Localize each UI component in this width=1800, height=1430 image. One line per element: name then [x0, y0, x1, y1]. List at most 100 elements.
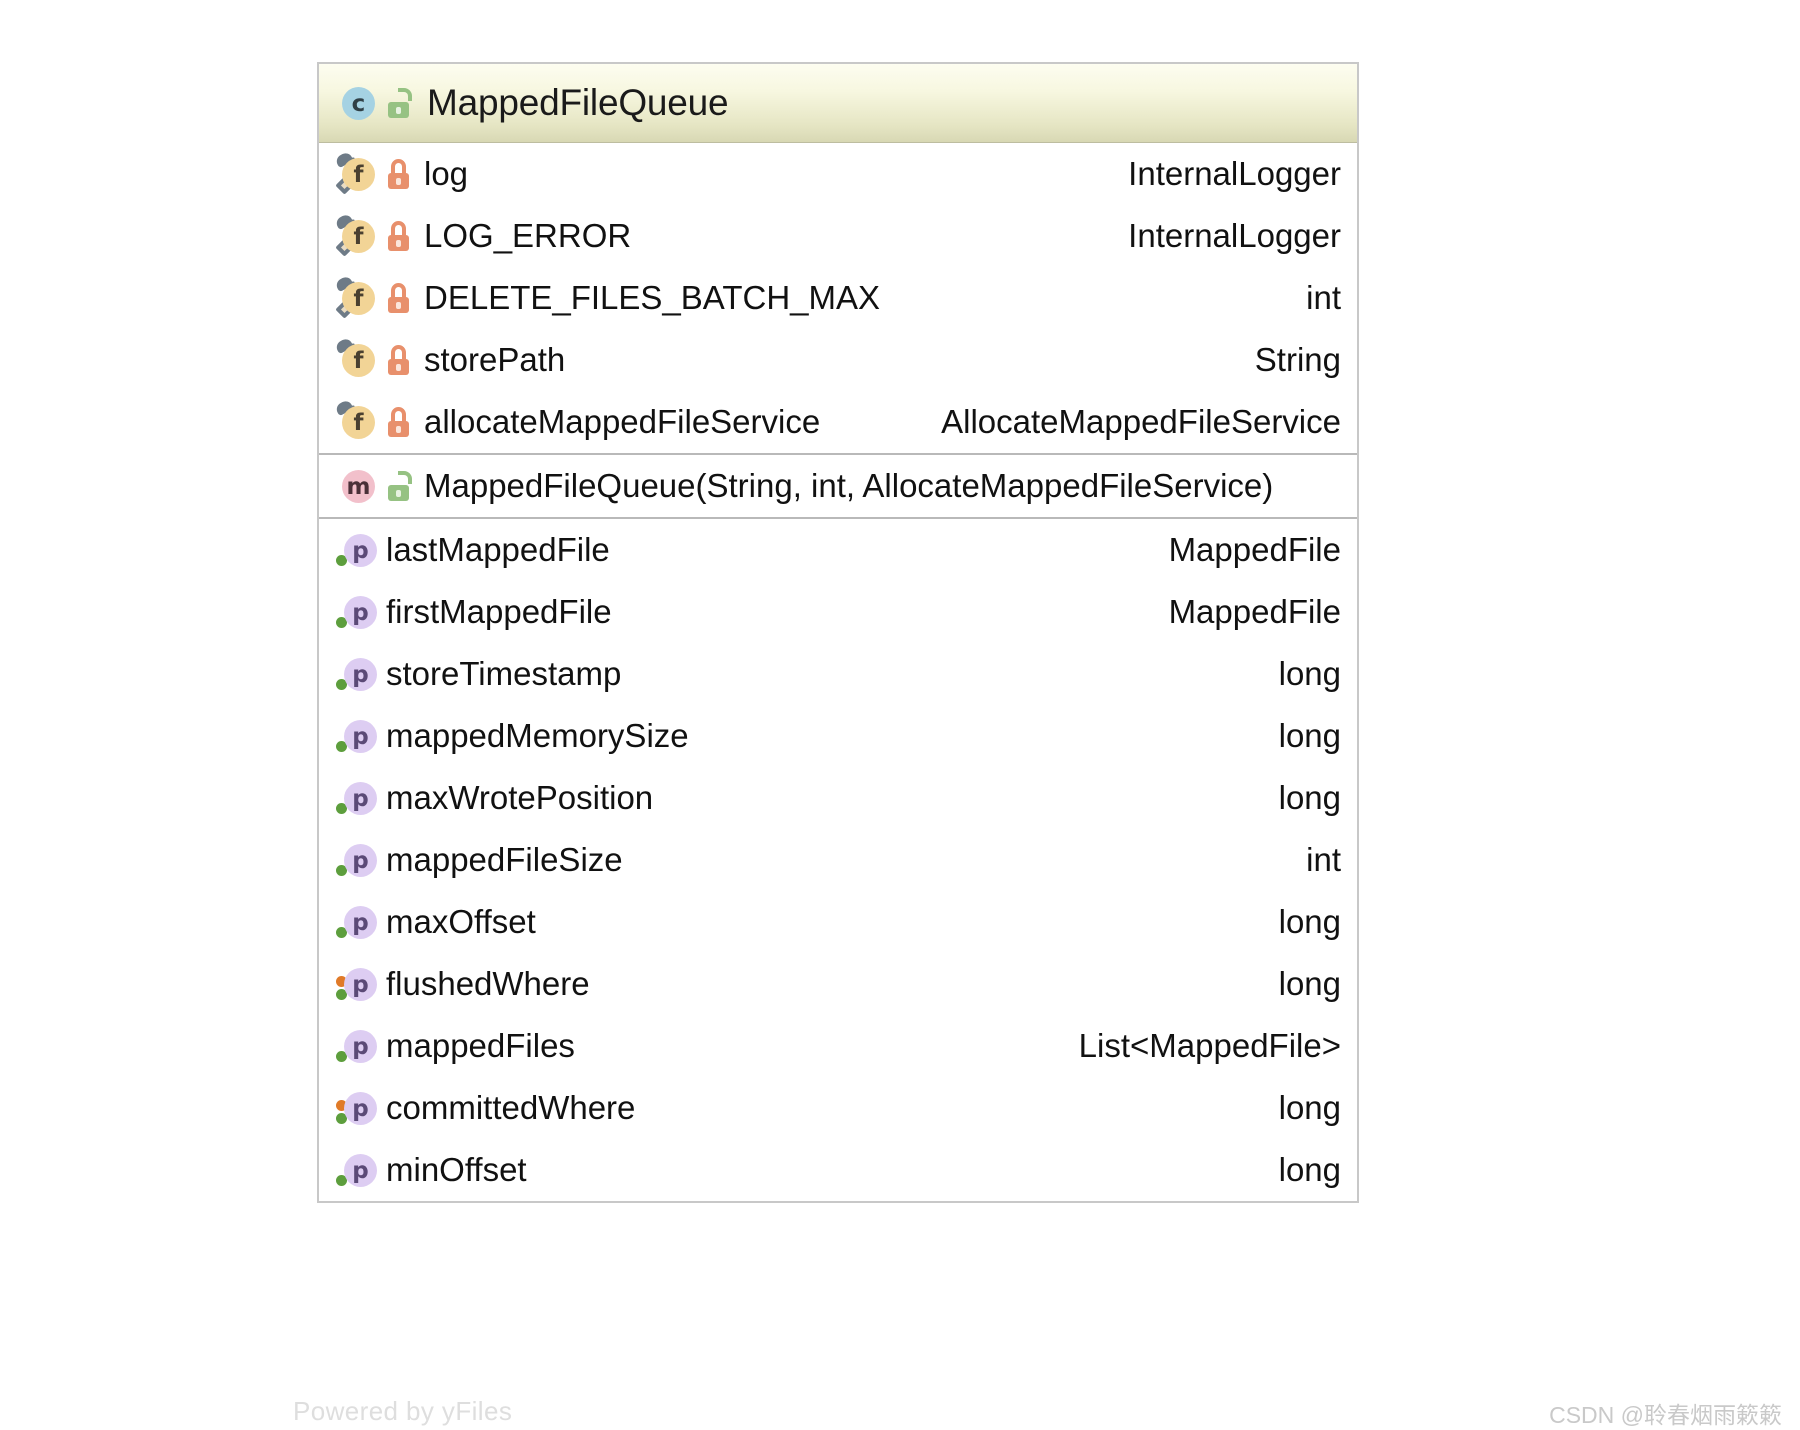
member-name: mappedFiles	[386, 1027, 575, 1064]
field-icon-letter: f	[342, 158, 375, 191]
member-type: AllocateMappedFileService	[941, 403, 1341, 440]
property-icon-letter: p	[344, 534, 377, 567]
member-type: long	[1278, 965, 1341, 1002]
member-type: long	[1278, 717, 1341, 754]
property-row[interactable]: p flushedWhere long	[319, 953, 1357, 1015]
lock-keyhole	[396, 178, 401, 185]
property-icon: p	[336, 1150, 377, 1190]
lock-shackle	[391, 159, 406, 174]
field-icon-letter: f	[342, 406, 375, 439]
member-name: storeTimestamp	[386, 655, 622, 692]
property-icon-letter: p	[344, 844, 377, 877]
property-icon-letter: p	[344, 1030, 377, 1063]
member-type: int	[1306, 841, 1341, 878]
property-row[interactable]: p mappedFileSize int	[319, 829, 1357, 891]
closed-lock-icon	[384, 281, 414, 315]
member-name: allocateMappedFileService	[424, 403, 821, 440]
member-type: long	[1278, 1151, 1341, 1188]
field-icon: f	[334, 274, 376, 319]
member-type: InternalLogger	[1128, 155, 1341, 192]
properties-section: p lastMappedFile MappedFile p firstMappe…	[319, 517, 1357, 1201]
uml-class-card[interactable]: c MappedFileQueue f log InternalLogger f…	[317, 62, 1359, 1203]
property-icon-letter: p	[344, 1092, 377, 1125]
member-name: committedWhere	[386, 1089, 636, 1126]
property-icon: p	[336, 1026, 377, 1066]
member-name: LOG_ERROR	[424, 217, 632, 254]
member-type: InternalLogger	[1128, 217, 1341, 254]
property-icon: p	[336, 902, 377, 942]
property-icon-letter: p	[344, 720, 377, 753]
member-type: long	[1278, 1089, 1341, 1126]
property-row[interactable]: p firstMappedFile MappedFile	[319, 581, 1357, 643]
closed-lock-icon	[384, 405, 414, 439]
member-name: log	[424, 155, 469, 192]
field-row[interactable]: f LOG_ERROR InternalLogger	[319, 205, 1357, 267]
property-row[interactable]: p storeTimestamp long	[319, 643, 1357, 705]
property-icon: p	[336, 840, 377, 880]
property-icon-letter: p	[344, 906, 377, 939]
member-type: long	[1278, 779, 1341, 816]
lock-keyhole	[396, 364, 401, 371]
member-name: MappedFileQueue(String, int, AllocateMap…	[424, 467, 1274, 504]
fields-section: f log InternalLogger f LOG_ERROR Interna…	[319, 143, 1357, 453]
lock-keyhole	[396, 490, 401, 497]
member-name: flushedWhere	[386, 965, 590, 1002]
property-row[interactable]: p mappedFiles List<MappedFile>	[319, 1015, 1357, 1077]
field-icon-letter: f	[342, 220, 375, 253]
property-icon-letter: p	[344, 596, 377, 629]
member-name: mappedMemorySize	[386, 717, 689, 754]
closed-lock-icon	[384, 343, 414, 377]
property-icon: p	[336, 964, 377, 1004]
property-icon: p	[336, 654, 377, 694]
csdn-watermark: CSDN @聆春烟雨簌簌	[1549, 1402, 1782, 1428]
open-lock-icon	[384, 469, 414, 503]
closed-lock-icon	[384, 157, 414, 191]
lock-shackle	[391, 221, 406, 236]
property-row[interactable]: p maxWrotePosition long	[319, 767, 1357, 829]
member-type: long	[1278, 903, 1341, 940]
class-name: MappedFileQueue	[427, 82, 729, 123]
member-name: mappedFileSize	[386, 841, 623, 878]
class-header[interactable]: c MappedFileQueue	[319, 64, 1357, 143]
property-icon: p	[336, 592, 377, 632]
property-row[interactable]: p minOffset long	[319, 1139, 1357, 1201]
member-name: lastMappedFile	[386, 531, 610, 568]
field-row[interactable]: f allocateMappedFileService AllocateMapp…	[319, 391, 1357, 453]
member-type: MappedFile	[1168, 593, 1341, 630]
field-icon: f	[334, 150, 376, 195]
lock-shackle	[391, 283, 406, 298]
lock-shackle	[398, 88, 412, 101]
lock-keyhole	[396, 426, 401, 433]
property-icon: p	[336, 1088, 377, 1128]
property-icon-letter: p	[344, 968, 377, 1001]
field-row[interactable]: f log InternalLogger	[319, 143, 1357, 205]
class-icon-letter: c	[342, 87, 375, 120]
property-icon-letter: p	[344, 782, 377, 815]
field-icon-letter: f	[342, 282, 375, 315]
field-row[interactable]: f DELETE_FILES_BATCH_MAX int	[319, 267, 1357, 329]
member-name: maxOffset	[386, 903, 536, 940]
property-icon-letter: p	[344, 658, 377, 691]
property-row[interactable]: p mappedMemorySize long	[319, 705, 1357, 767]
constructor-row[interactable]: m MappedFileQueue(String, int, AllocateM…	[319, 455, 1357, 517]
property-icon-letter: p	[344, 1154, 377, 1187]
field-icon: f	[334, 212, 376, 257]
field-icon-letter: f	[342, 344, 375, 377]
field-row[interactable]: f storePath String	[319, 329, 1357, 391]
member-name: DELETE_FILES_BATCH_MAX	[424, 279, 881, 316]
closed-lock-icon	[384, 219, 414, 253]
method-icon: m	[336, 466, 376, 506]
property-row[interactable]: p lastMappedFile MappedFile	[319, 519, 1357, 581]
property-row[interactable]: p maxOffset long	[319, 891, 1357, 953]
property-icon: p	[336, 530, 377, 570]
property-row[interactable]: p committedWhere long	[319, 1077, 1357, 1139]
property-icon: p	[336, 778, 377, 818]
lock-keyhole	[396, 107, 401, 114]
member-type: long	[1278, 655, 1341, 692]
member-type: List<MappedFile>	[1078, 1027, 1341, 1064]
member-name: maxWrotePosition	[386, 779, 654, 816]
lock-keyhole	[396, 240, 401, 247]
member-type: String	[1254, 341, 1341, 378]
lock-keyhole	[396, 302, 401, 309]
lock-shackle	[398, 471, 412, 484]
